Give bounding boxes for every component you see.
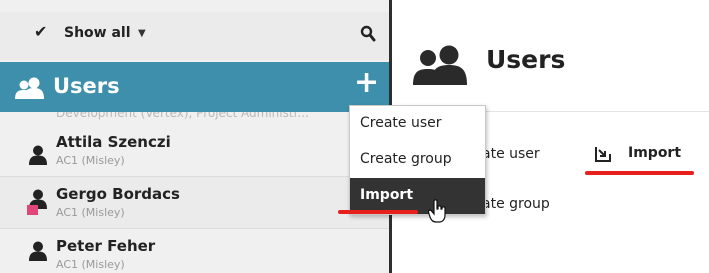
show-all-filter[interactable]: Show all — [64, 25, 131, 41]
import-icon — [594, 145, 612, 167]
user-org: AC1 (Misley) — [56, 258, 125, 271]
add-menu: Create user Create group Import — [349, 105, 486, 215]
users-icon — [14, 77, 46, 103]
clipped-row-text: Development (Vertex), Project Administr.… — [0, 112, 389, 125]
status-badge — [27, 205, 38, 215]
chevron-down-icon[interactable]: ▼ — [138, 28, 146, 39]
add-button[interactable]: + — [354, 68, 379, 98]
user-row[interactable]: Attila Szenczi AC1 (Misley) — [0, 125, 389, 177]
user-org: AC1 (Misley) — [56, 154, 125, 167]
menu-item-import[interactable]: Import — [350, 178, 485, 214]
highlight-underline — [338, 210, 418, 214]
create-user-action[interactable]: ate user — [482, 146, 540, 162]
user-name: Attila Szenczi — [56, 133, 171, 151]
create-group-action[interactable]: ate group — [482, 196, 550, 212]
highlight-underline — [585, 171, 694, 175]
page-title: Users — [486, 45, 566, 74]
hand-cursor-icon — [427, 199, 448, 227]
group-title: Users — [53, 74, 120, 98]
users-icon — [411, 45, 469, 89]
filter-bar: ✔ Show all ▼ — [0, 12, 389, 60]
user-row[interactable]: Gergo Bordacs AC1 (Misley) — [0, 177, 389, 229]
search-icon[interactable] — [360, 25, 376, 47]
checkmark-icon: ✔ — [34, 22, 48, 41]
menu-item-create-group[interactable]: Create group — [350, 142, 485, 178]
menu-item-create-user[interactable]: Create user — [350, 106, 485, 142]
person-icon — [28, 145, 48, 169]
user-row[interactable]: Peter Feher AC1 (Misley) — [0, 229, 389, 273]
users-group-header[interactable]: Users + — [0, 62, 389, 112]
user-name: Gergo Bordacs — [56, 185, 180, 203]
person-icon — [28, 241, 48, 265]
user-name: Peter Feher — [56, 237, 156, 255]
sidebar: ✔ Show all ▼ Users + Development (Vertex… — [0, 0, 392, 273]
user-org: AC1 (Misley) — [56, 206, 125, 219]
import-action[interactable]: Import — [628, 145, 681, 161]
